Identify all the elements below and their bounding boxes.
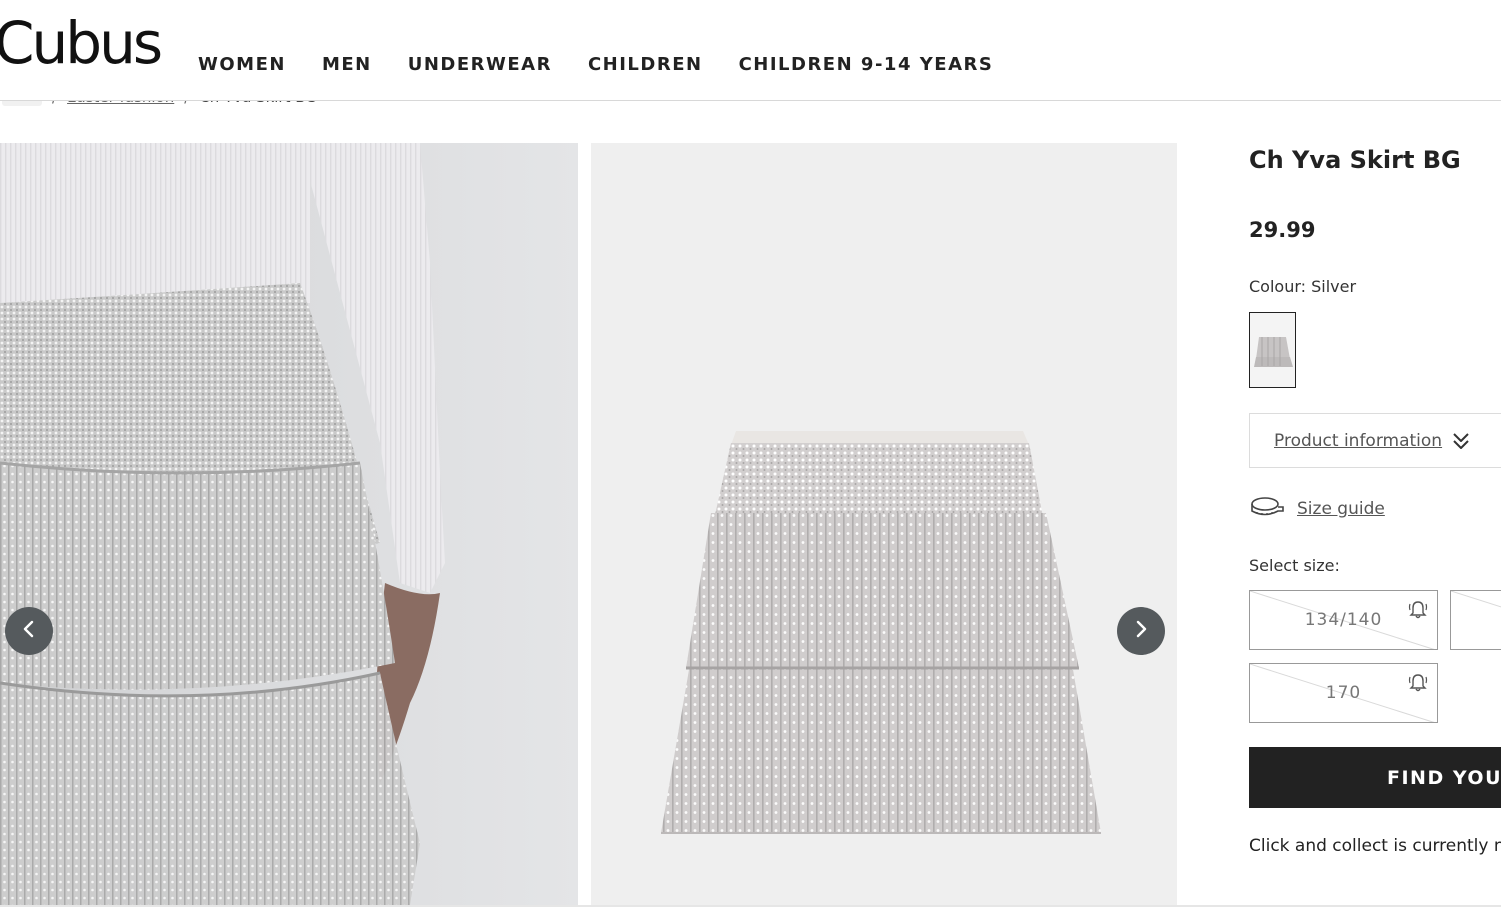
notify-bell-icon[interactable]: [1407, 671, 1429, 697]
size-option-134-140[interactable]: 134/140: [1249, 590, 1438, 650]
main-nav: WOMEN MEN UNDERWEAR CHILDREN CHILDREN 9-…: [198, 54, 1029, 75]
measuring-tape-icon: [1249, 495, 1285, 523]
size-option-partial[interactable]: [1450, 590, 1501, 650]
size-guide-link[interactable]: Size guide: [1249, 495, 1385, 523]
colour-label: Colour: Silver: [1249, 277, 1357, 296]
product-image-model[interactable]: [0, 143, 578, 905]
site-header: Cubus WOMEN MEN UNDERWEAR CHILDREN CHILD…: [0, 0, 1501, 101]
size-option-170[interactable]: 170: [1249, 663, 1438, 723]
nav-women[interactable]: WOMEN: [198, 54, 286, 75]
nav-children[interactable]: CHILDREN: [588, 54, 703, 75]
gallery-next-button[interactable]: [1117, 607, 1165, 655]
product-information-toggle[interactable]: Product information: [1249, 413, 1501, 468]
size-guide-label: Size guide: [1297, 499, 1385, 519]
colour-swatch-silver[interactable]: [1249, 312, 1296, 388]
gallery-prev-button[interactable]: [5, 607, 53, 655]
size-label: 134/140: [1304, 610, 1383, 630]
product-title: Ch Yva Skirt BG: [1249, 146, 1461, 174]
select-size-label: Select size:: [1249, 556, 1340, 575]
cubus-logo[interactable]: Cubus: [0, 14, 163, 72]
product-image-flat[interactable]: [591, 143, 1177, 905]
notify-bell-icon[interactable]: [1407, 598, 1429, 624]
click-and-collect-notice: Click and collect is currently n: [1249, 836, 1501, 856]
nav-men[interactable]: MEN: [322, 54, 372, 75]
product-price: 29.99: [1249, 218, 1316, 242]
product-information-label: Product information: [1274, 430, 1443, 451]
nav-underwear[interactable]: UNDERWEAR: [408, 54, 552, 75]
size-label: 170: [1325, 683, 1362, 703]
find-your-size-button[interactable]: FIND YOUR: [1249, 747, 1501, 808]
double-chevron-down-icon: [1450, 430, 1472, 452]
chevron-right-icon: [1131, 619, 1151, 643]
nav-children-9-14[interactable]: CHILDREN 9-14 YEARS: [739, 54, 994, 75]
chevron-left-icon: [19, 619, 39, 643]
